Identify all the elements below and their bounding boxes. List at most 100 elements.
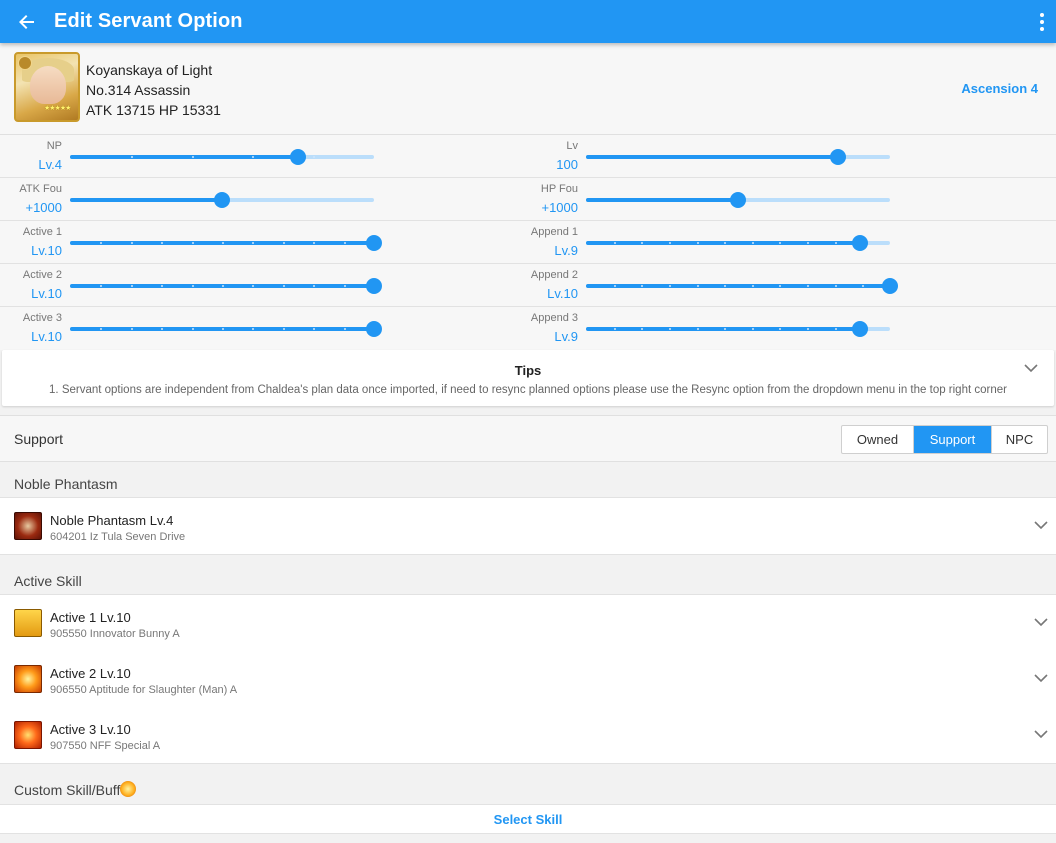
append3-slider-track[interactable] xyxy=(586,321,890,337)
slider-tick xyxy=(252,156,254,158)
servant-portrait[interactable]: ★★★★★ xyxy=(14,52,80,122)
option-sliders: NP Lv.4 Lv 100 ATK Fou +1000 HP Fou +100… xyxy=(0,135,1056,350)
slider-thumb[interactable] xyxy=(214,192,230,208)
slider-label: Active 2 xyxy=(22,269,62,281)
hp-fou-slider-track[interactable] xyxy=(586,192,890,208)
slider-thumb[interactable] xyxy=(882,278,898,294)
slider-tick xyxy=(614,285,616,287)
slider-tick xyxy=(100,242,102,244)
servant-id-class: No.314 Assassin xyxy=(86,82,191,98)
slider-tick xyxy=(252,242,254,244)
slider-tick xyxy=(697,242,699,244)
tips-panel[interactable]: Tips 1. Servant options are independent … xyxy=(2,350,1054,406)
active3-slider-track[interactable] xyxy=(70,321,382,337)
slider-value: Lv.9 xyxy=(554,243,578,258)
slider-row: Active 1 Lv.10 Append 1 Lv.9 xyxy=(0,221,1056,264)
segment-owned[interactable]: Owned xyxy=(842,426,914,453)
slider-row: NP Lv.4 Lv 100 xyxy=(0,135,1056,178)
slider-thumb[interactable] xyxy=(851,235,868,251)
slider-tick xyxy=(779,242,781,244)
slider-tick xyxy=(669,242,671,244)
slider-value: Lv.4 xyxy=(38,157,62,172)
slider-tick xyxy=(835,285,837,287)
slider-thumb[interactable] xyxy=(290,149,306,165)
slider-tick xyxy=(222,285,224,287)
slider-thumb[interactable] xyxy=(366,321,382,337)
slider-label: Append 3 xyxy=(530,312,578,324)
more-vert-icon[interactable] xyxy=(1034,10,1050,34)
active-skill-item[interactable]: Active 1 Lv.10 905550 Innovator Bunny A xyxy=(0,595,1056,651)
slider-thumb[interactable] xyxy=(366,278,382,294)
support-segmented-control: Owned Support NPC xyxy=(841,425,1048,454)
active2-slider-track[interactable] xyxy=(70,278,382,294)
slider-label: Lv xyxy=(566,140,578,152)
back-arrow-icon[interactable] xyxy=(14,9,40,35)
slider-tick xyxy=(222,328,224,330)
skill-sword-icon xyxy=(14,609,42,637)
slider-tick xyxy=(344,328,346,330)
segment-support[interactable]: Support xyxy=(914,426,992,453)
chevron-down-icon[interactable] xyxy=(1034,673,1048,683)
slider-tick xyxy=(131,285,133,287)
slider-thumb[interactable] xyxy=(851,321,868,337)
chevron-down-icon[interactable] xyxy=(1034,617,1048,627)
slider-value: +1000 xyxy=(25,200,62,215)
skill-title: Active 1 Lv.10 xyxy=(50,610,131,625)
slider-tick xyxy=(697,328,699,330)
slider-tick xyxy=(313,156,315,158)
active-skill-item[interactable]: Active 3 Lv.10 907550 NFF Special A xyxy=(0,707,1056,763)
atk-fou-slider-track[interactable] xyxy=(70,192,374,208)
slider-tick xyxy=(222,242,224,244)
slider-tick xyxy=(779,328,781,330)
skill-burst-icon xyxy=(14,665,42,693)
slider-value: 100 xyxy=(556,157,578,172)
slider-tick xyxy=(835,242,837,244)
slider-tick xyxy=(807,328,809,330)
class-icon xyxy=(18,56,32,70)
slider-tick xyxy=(862,285,864,287)
slider-tick xyxy=(641,242,643,244)
chevron-down-icon[interactable] xyxy=(1024,363,1038,373)
skill-subtitle: 905550 Innovator Bunny A xyxy=(50,628,180,640)
app-bar: Edit Servant Option xyxy=(0,0,1056,43)
slider-fill xyxy=(586,241,860,245)
slider-label: Append 2 xyxy=(530,269,578,281)
chevron-down-icon[interactable] xyxy=(1034,729,1048,739)
slider-tick xyxy=(192,285,194,287)
slider-tick xyxy=(192,156,194,158)
slider-tick xyxy=(779,285,781,287)
slider-tick xyxy=(641,328,643,330)
active-skill-item[interactable]: Active 2 Lv.10 906550 Aptitude for Slaug… xyxy=(0,651,1056,707)
slider-thumb[interactable] xyxy=(366,235,382,251)
slider-value: Lv.10 xyxy=(31,243,62,258)
chevron-down-icon[interactable] xyxy=(1034,520,1048,530)
slider-tick xyxy=(669,328,671,330)
segment-npc[interactable]: NPC xyxy=(992,426,1047,453)
np-list: Noble Phantasm Lv.4 604201 Iz Tula Seven… xyxy=(0,497,1056,555)
slider-tick xyxy=(669,285,671,287)
slider-tick xyxy=(252,328,254,330)
slider-fill xyxy=(586,284,890,288)
slider-tick xyxy=(161,285,163,287)
lv-slider-track[interactable] xyxy=(586,149,890,165)
slider-tick xyxy=(161,328,163,330)
slider-label: ATK Fou xyxy=(19,183,62,195)
slider-tick xyxy=(807,242,809,244)
slider-thumb[interactable] xyxy=(730,192,746,208)
skill-burst-icon xyxy=(14,721,42,749)
active-skill-list: Active 1 Lv.10 905550 Innovator Bunny A … xyxy=(0,594,1056,764)
slider-value: Lv.10 xyxy=(547,286,578,301)
slider-label: Active 3 xyxy=(22,312,62,324)
append2-slider-track[interactable] xyxy=(586,278,898,294)
active1-slider-track[interactable] xyxy=(70,235,382,251)
slider-thumb[interactable] xyxy=(830,149,847,165)
support-label: Support xyxy=(14,431,64,447)
buff-icon xyxy=(120,781,137,797)
select-skill-button[interactable]: Select Skill xyxy=(0,804,1056,834)
append1-slider-track[interactable] xyxy=(586,235,890,251)
skill-title: Active 2 Lv.10 xyxy=(50,666,131,681)
slider-tick xyxy=(614,328,616,330)
ascension-button[interactable]: Ascension 4 xyxy=(961,81,1038,96)
np-slider-track[interactable] xyxy=(70,149,374,165)
np-list-item[interactable]: Noble Phantasm Lv.4 604201 Iz Tula Seven… xyxy=(0,498,1056,554)
